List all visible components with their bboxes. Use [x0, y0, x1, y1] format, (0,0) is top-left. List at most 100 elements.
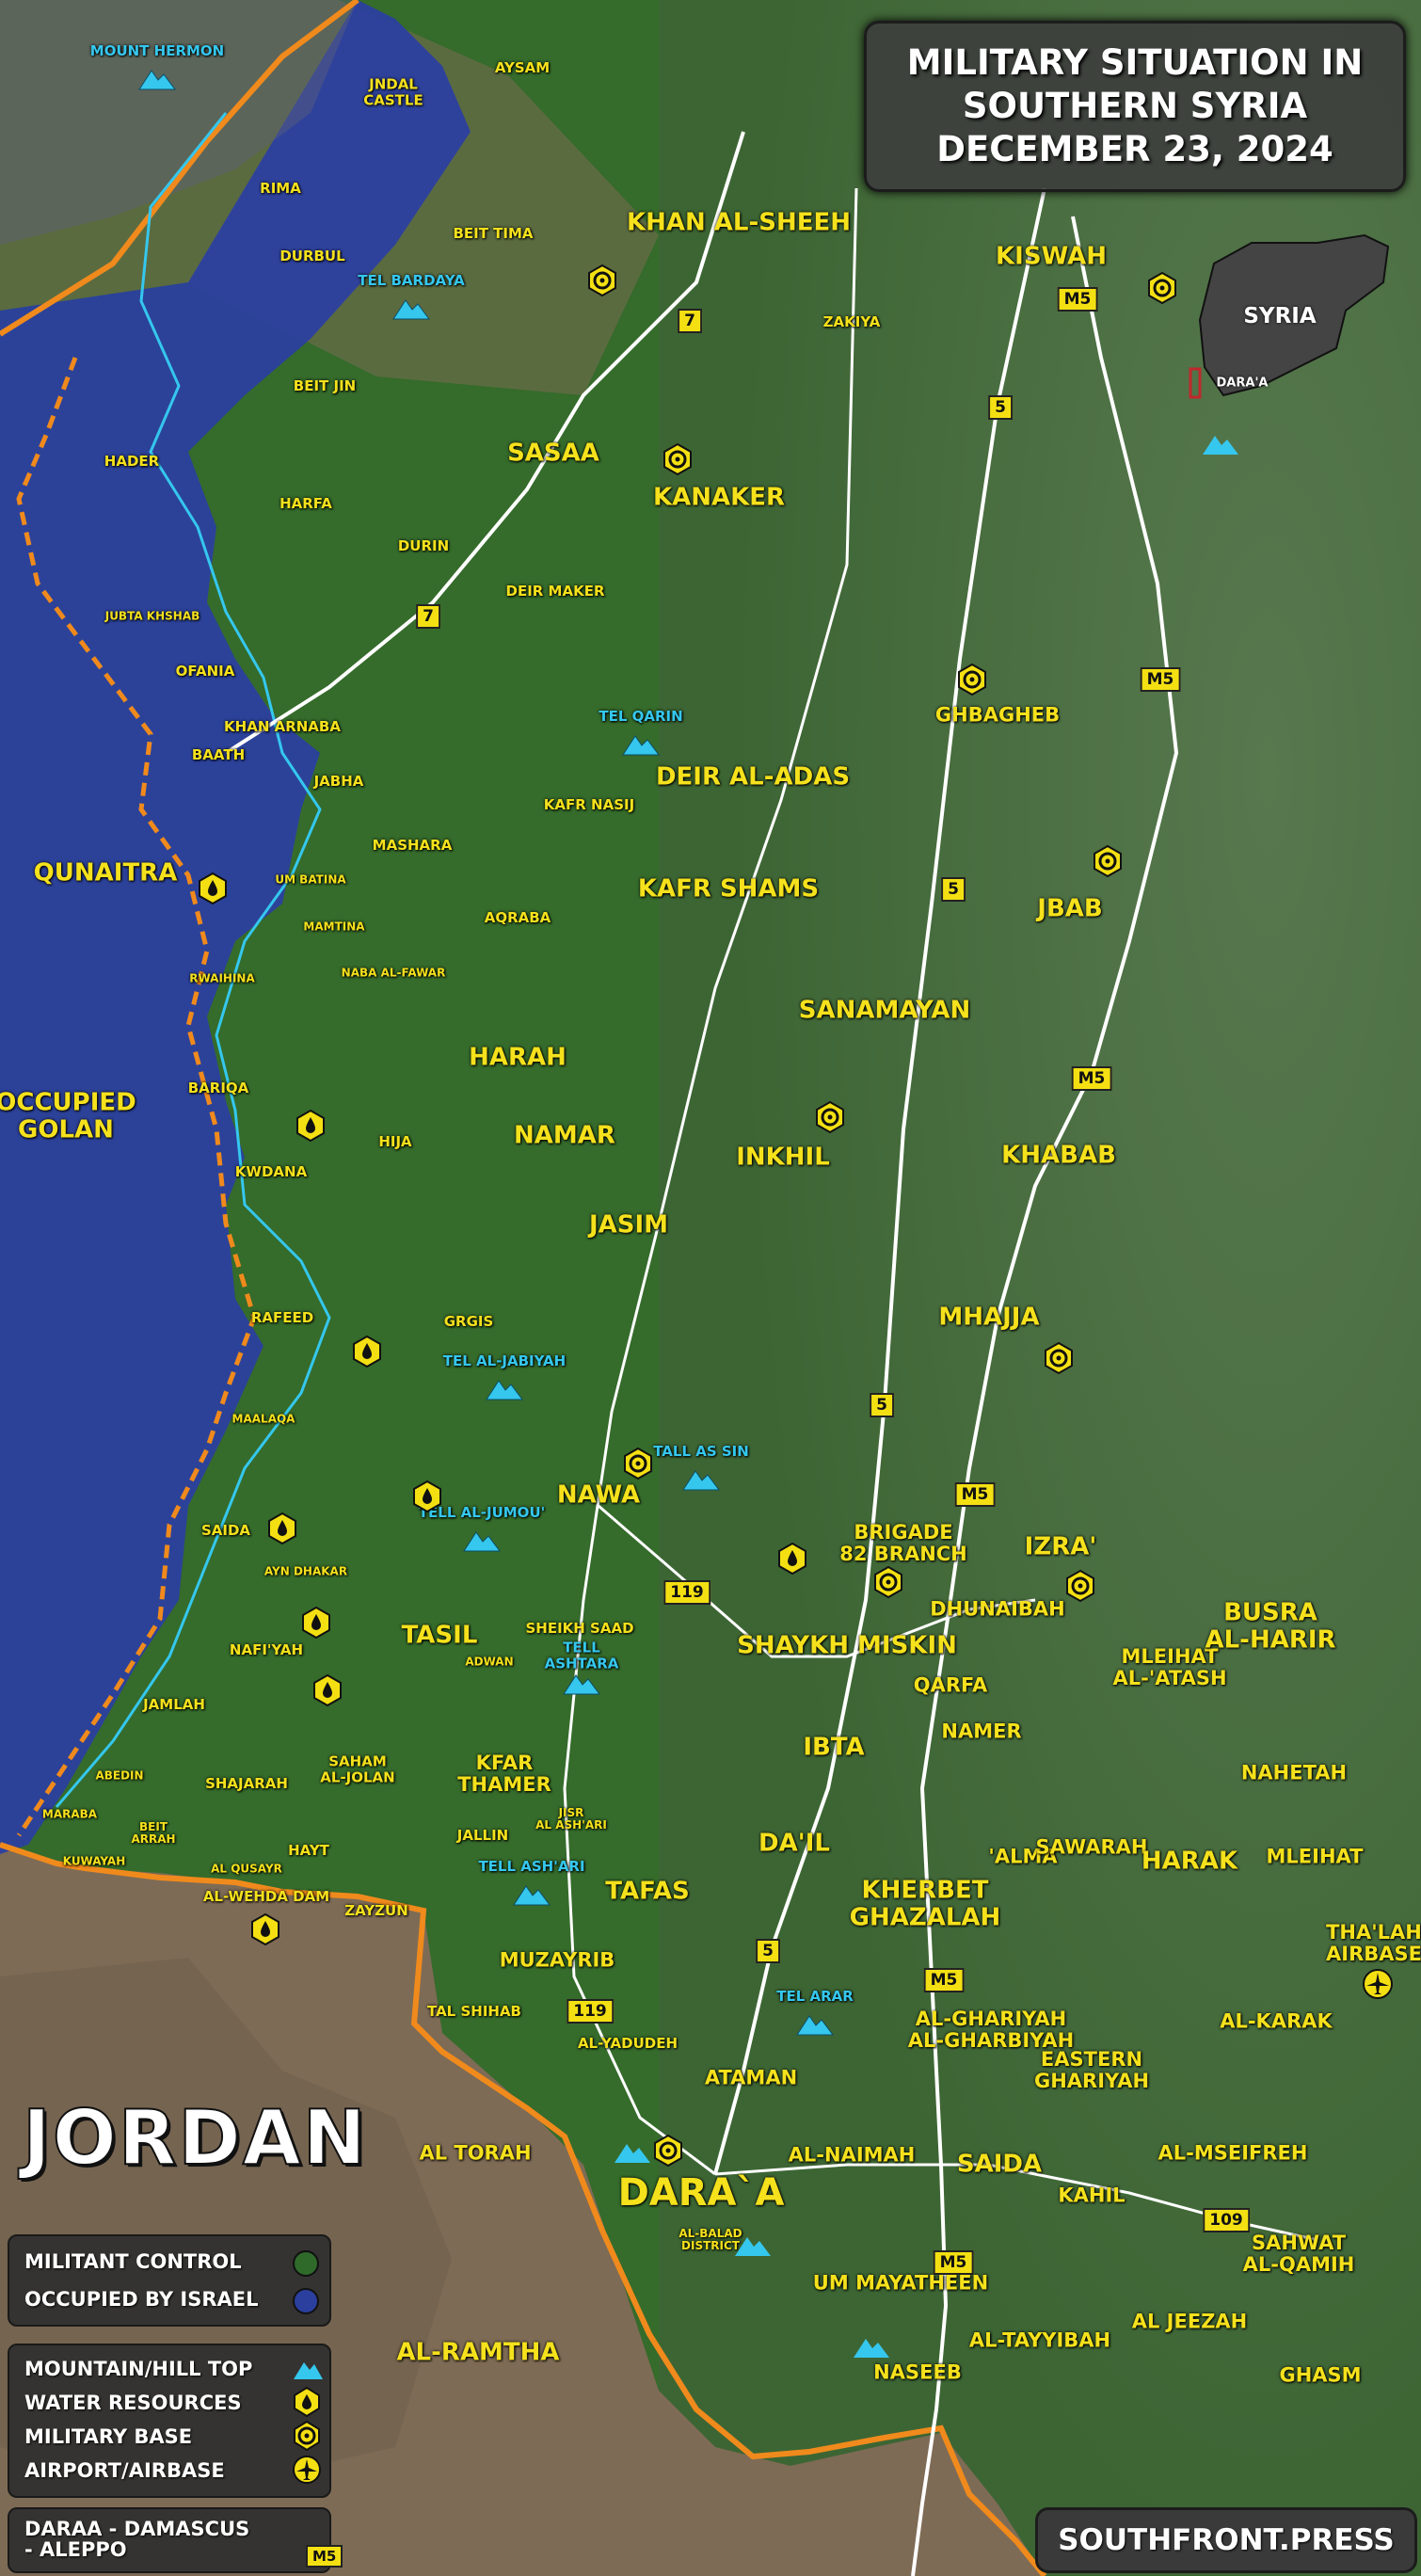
road-shield: 5	[941, 877, 966, 902]
place-label: KANAKER	[652, 483, 786, 512]
place-label: HARAK	[1141, 1847, 1238, 1876]
jordan-label: JORDAN	[22, 2100, 368, 2177]
place-label: UM MAYATHEEN	[812, 2271, 989, 2295]
hill-icon	[622, 735, 660, 756]
legend-airport-label: AIRPORT/AIRBASE	[24, 2459, 225, 2482]
water-resource-icon	[199, 872, 227, 904]
place-label: NAMER	[941, 1720, 1022, 1743]
road-shield: 5	[870, 1393, 894, 1417]
place-label: RWAIHINA	[189, 971, 255, 985]
hill-icon	[735, 2237, 771, 2256]
hill-label: TEL AL-JABIYAH	[442, 1352, 567, 1369]
place-label: AYN DHAKAR	[263, 1564, 348, 1578]
place-label: NAFI'YAH	[229, 1640, 304, 1658]
water-resource-icon	[296, 1110, 325, 1142]
place-label: ABEDIN	[95, 1768, 144, 1783]
legend-control: MILITANT CONTROL OCCUPIED BY ISRAEL	[8, 2234, 331, 2327]
place-label: RAFEED	[250, 1308, 314, 1326]
place-label: JBAB	[1037, 894, 1103, 923]
place-label: NAHETAH	[1240, 1761, 1348, 1784]
place-label: TASIL	[401, 1621, 478, 1650]
place-label: JNDAL CASTLE	[363, 75, 423, 108]
place-label: HAYT	[288, 1841, 329, 1859]
place-label: JAMLAH	[143, 1695, 205, 1713]
place-label: AL-GHARIYAH AL-GHARBIYAH	[907, 2007, 1075, 2052]
hill-label: TEL BARDAYA	[358, 271, 465, 289]
hill-icon	[513, 1885, 551, 1906]
road-shield: 5	[756, 1939, 780, 1963]
hill-icon	[392, 299, 430, 320]
place-label: BUSRA AL-HARIR	[1205, 1598, 1336, 1654]
water-resource-icon	[268, 1512, 296, 1544]
place-label: SAWARAH	[1035, 1835, 1148, 1859]
hill-icon	[486, 1380, 523, 1400]
place-label: HARAH	[469, 1043, 567, 1072]
place-label: BEIT TIMA	[453, 224, 534, 242]
legend-symbols: MOUNTAIN/HILL TOP WATER RESOURCES MILITA…	[8, 2344, 331, 2498]
place-label: DA'IL	[758, 1829, 830, 1858]
legend-hill-icon	[294, 2362, 323, 2379]
road-shield: M5	[954, 1482, 996, 1507]
title-line-1: MILITARY SITUATION IN	[906, 41, 1364, 83]
road-shield: M5	[1140, 667, 1181, 692]
road-shield: 119	[663, 1580, 710, 1605]
place-label: THA'LAH AIRBASE	[1326, 1920, 1421, 1965]
place-label: SAIDA	[956, 2150, 1043, 2179]
military-base-icon	[1066, 1570, 1094, 1602]
place-label: AL TORAH	[419, 2141, 532, 2165]
hill-icon	[854, 2339, 889, 2358]
place-label: KFAR THAMER	[457, 1751, 551, 1796]
legend-militant-swatch	[293, 2250, 319, 2277]
place-label: IZRA'	[1024, 1532, 1097, 1561]
road-shield: M5	[933, 2250, 974, 2275]
water-resource-icon	[251, 1913, 279, 1945]
place-label: QUNAITRA	[33, 858, 178, 888]
military-base-icon	[958, 664, 986, 696]
hill-icon	[796, 2015, 834, 2036]
legend-water-icon	[294, 2387, 320, 2417]
place-label: JUBTA KHSHAB	[104, 609, 200, 623]
place-label: GHBAGHEB	[934, 703, 1061, 727]
hill-icon	[463, 1531, 501, 1552]
place-label: AL-RAMTHA	[396, 2338, 560, 2367]
place-label: DURIN	[397, 536, 450, 554]
place-label: KISWAH	[996, 242, 1107, 271]
place-label: BRIGADE 82 BRANCH	[839, 1520, 967, 1565]
place-label: JALLIN	[456, 1826, 509, 1844]
place-label: BEIT ARRAH	[131, 1819, 176, 1846]
water-resource-icon	[413, 1480, 441, 1512]
place-label: KUWAYAH	[62, 1854, 126, 1868]
place-label: IBTA	[803, 1733, 865, 1762]
hill-icon	[1203, 436, 1238, 455]
place-label: AL-YADUDEH	[577, 2034, 679, 2052]
legend-road-shield: M5	[306, 2545, 343, 2568]
road-shield: 109	[1203, 2208, 1250, 2232]
legend-israel-swatch	[293, 2288, 319, 2314]
place-label: AL JEEZAH	[1131, 2310, 1248, 2333]
military-base-icon	[1045, 1342, 1073, 1374]
place-label: AL-KARAK	[1220, 2009, 1333, 2033]
place-label: AL-NAIMAH	[788, 2143, 916, 2167]
legend-water-label: WATER RESOURCES	[24, 2392, 242, 2414]
military-base-icon	[1148, 272, 1176, 304]
place-label: SASAA	[507, 439, 599, 468]
place-label: OFANIA	[175, 662, 235, 680]
place-label: HADER	[104, 452, 160, 470]
water-resource-icon	[353, 1336, 381, 1368]
place-label: DEIR MAKER	[505, 582, 605, 600]
place-label: NASEEB	[873, 2360, 962, 2384]
place-label: INKHIL	[736, 1143, 830, 1172]
military-base-icon	[1094, 845, 1122, 877]
place-label: GHASM	[1279, 2363, 1362, 2387]
place-label: GRGIS	[443, 1312, 494, 1330]
place-label: SANAMAYAN	[798, 996, 971, 1025]
place-label: KHAN AL-SHEEH	[626, 208, 852, 237]
place-label: ZAKIYA	[822, 312, 881, 330]
legend-airport-icon	[293, 2456, 321, 2484]
legend-road-label: DARAA - DAMASCUS - ALEPPO	[24, 2518, 250, 2562]
place-label: KWDANA	[234, 1162, 308, 1180]
place-label: AYSAM	[494, 58, 551, 76]
footer-source: SOUTHFRONT.PRESS	[1035, 2507, 1417, 2573]
title-box: MILITARY SITUATION IN SOUTHERN SYRIA DEC…	[864, 21, 1406, 192]
place-label: QARFA	[913, 1673, 988, 1697]
